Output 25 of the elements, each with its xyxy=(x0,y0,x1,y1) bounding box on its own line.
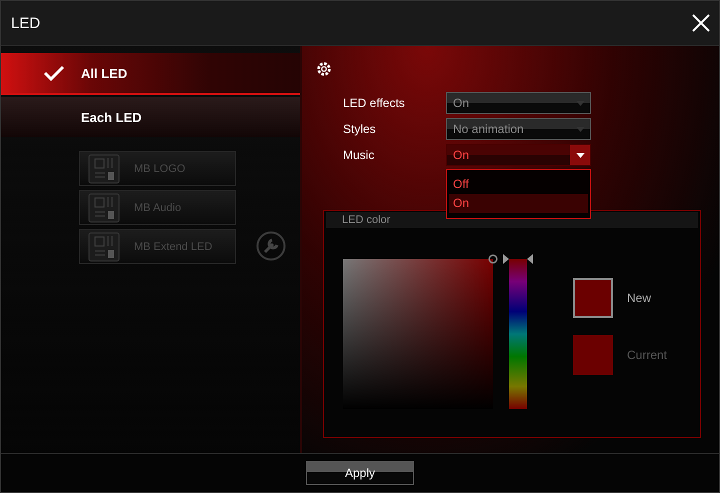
settings-icon[interactable] xyxy=(315,60,333,78)
circuit-board-icon xyxy=(88,154,120,184)
setting-label: Music xyxy=(343,148,376,162)
close-icon[interactable] xyxy=(692,14,710,32)
color-square[interactable] xyxy=(343,259,493,409)
caret-icon xyxy=(576,152,584,158)
circuit-board-icon xyxy=(88,192,120,222)
mode-tab[interactable]: All LED xyxy=(1,53,300,95)
menu-option[interactable]: On xyxy=(449,194,588,213)
hue-slider[interactable] xyxy=(503,254,533,409)
menu-option[interactable]: Off xyxy=(449,175,588,194)
setting-label: LED effects xyxy=(343,96,406,110)
swatch-label: New xyxy=(627,291,652,305)
swatch-label: Current xyxy=(627,348,668,362)
caret-icon xyxy=(576,126,584,132)
hue-slider-handle[interactable] xyxy=(503,254,533,264)
caret-icon xyxy=(576,100,584,106)
mode-tab[interactable]: Each LED xyxy=(1,97,300,137)
window-title: LED xyxy=(11,14,40,32)
circuit-board-icon xyxy=(88,232,120,262)
apply-button[interactable]: Apply xyxy=(306,461,414,485)
picker-handle[interactable] xyxy=(488,254,498,264)
panel-title: LED color xyxy=(342,214,390,226)
setting-label: Styles xyxy=(343,122,377,136)
check-icon xyxy=(43,65,65,81)
